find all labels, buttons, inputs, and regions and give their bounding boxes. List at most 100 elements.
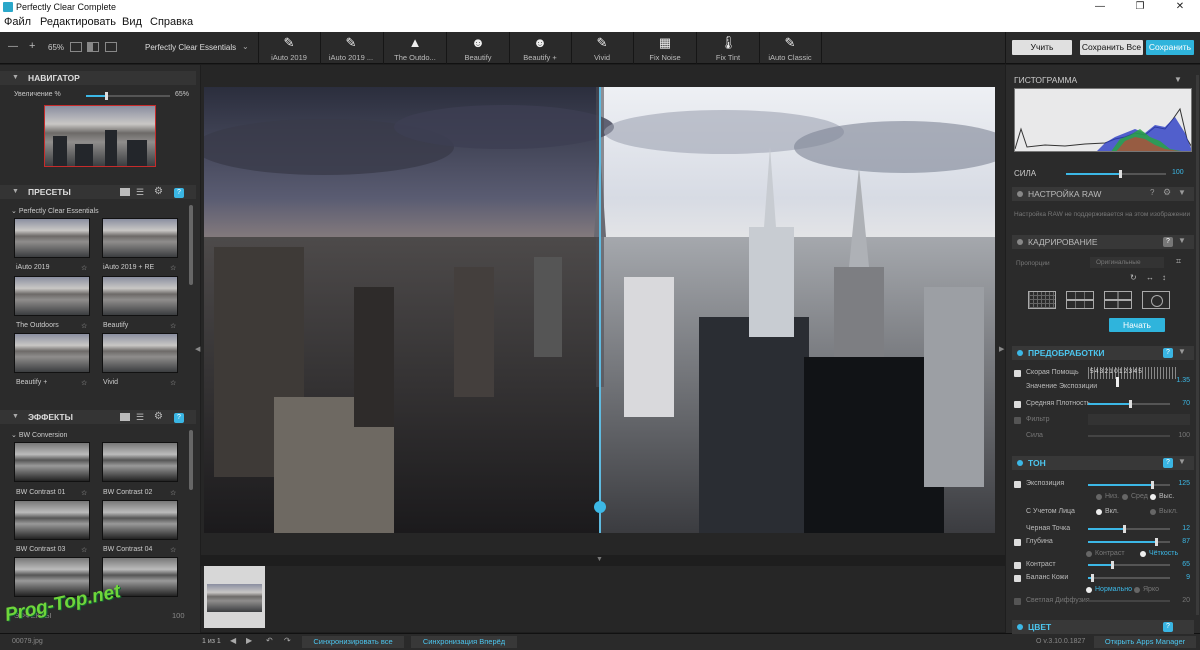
redo-icon[interactable]: ↷ — [284, 636, 291, 645]
undo-icon[interactable]: ↶ — [266, 636, 273, 645]
histogram-menu-icon[interactable]: ▼ — [1174, 75, 1182, 84]
chevron-down-icon[interactable]: ▼ — [1178, 188, 1186, 197]
crop-icon[interactable]: ⌗ — [1176, 256, 1181, 267]
face-aware-off-radio[interactable] — [1150, 509, 1156, 515]
depth-slider[interactable] — [1088, 538, 1170, 546]
star-icon[interactable]: ☆ — [170, 264, 176, 272]
preset-thumb[interactable] — [102, 276, 178, 316]
depth-clarity-radio[interactable] — [1140, 551, 1146, 557]
zoom-in-button[interactable]: + — [29, 40, 35, 52]
gear-icon[interactable]: ⚙ — [154, 411, 163, 422]
skin-bright-radio[interactable] — [1134, 587, 1140, 593]
filter-strength-slider[interactable] — [1088, 435, 1170, 437]
star-icon[interactable]: ☆ — [81, 546, 87, 554]
grid-view-icon[interactable] — [120, 188, 130, 196]
radio-mid[interactable] — [1122, 494, 1128, 500]
collapse-right-icon[interactable]: ▶ — [999, 345, 1004, 353]
grid-quarters-icon[interactable] — [1104, 291, 1132, 309]
preset-fix-tint[interactable]: 🌡 Fix Tint — [697, 32, 759, 64]
preset-thumb[interactable] — [14, 276, 90, 316]
strength-slider[interactable] — [1066, 170, 1166, 178]
star-icon[interactable]: ☆ — [81, 322, 87, 330]
preset-thumb[interactable] — [102, 333, 178, 373]
next-image-icon[interactable]: ▶ — [246, 636, 252, 645]
filter-checkbox[interactable] — [1014, 417, 1021, 424]
grid-thirds-icon[interactable] — [1066, 291, 1094, 309]
radio-high[interactable] — [1150, 494, 1156, 500]
rotate-icon[interactable]: ↻ — [1130, 273, 1137, 282]
preset-thumb[interactable] — [14, 333, 90, 373]
star-icon[interactable]: ☆ — [170, 489, 176, 497]
effect-thumb[interactable] — [14, 442, 90, 482]
collapse-left-icon[interactable]: ◀ — [195, 345, 200, 353]
help-icon[interactable]: ? — [1163, 458, 1173, 468]
preset-group-label[interactable]: ⌄ Perfectly Clear Essentials — [11, 207, 99, 215]
effects-header[interactable]: ▼ ЭФФЕКТЫ — [0, 410, 196, 424]
face-aware-on-radio[interactable] — [1096, 509, 1102, 515]
depth-checkbox[interactable] — [1014, 539, 1021, 546]
sync-all-button[interactable]: Синхронизировать все — [302, 636, 404, 648]
prev-image-icon[interactable]: ◀ — [230, 636, 236, 645]
photo-preview[interactable] — [204, 87, 995, 533]
single-view-icon[interactable] — [70, 42, 82, 52]
radio-low[interactable] — [1096, 494, 1102, 500]
split-view-icon[interactable] — [87, 42, 99, 52]
star-icon[interactable]: ☆ — [81, 379, 87, 387]
star-icon[interactable]: ☆ — [81, 489, 87, 497]
exposure-checkbox[interactable] — [1014, 481, 1021, 488]
mid-density-checkbox[interactable] — [1014, 401, 1021, 408]
list-view-icon[interactable]: ☰ — [136, 187, 144, 198]
depth-contrast-radio[interactable] — [1086, 551, 1092, 557]
chevron-down-icon[interactable]: ⌄ — [242, 42, 249, 51]
chevron-down-icon[interactable]: ▼ — [1178, 347, 1186, 356]
effect-thumb[interactable] — [102, 500, 178, 540]
help-icon[interactable]: ? — [1163, 622, 1173, 632]
flip-vertical-icon[interactable]: ↕ — [1162, 273, 1166, 282]
preset-fix-noise[interactable]: ▦ Fix Noise — [634, 32, 696, 64]
navigator-header[interactable]: ▼ НАВИГАТОР — [0, 71, 196, 85]
open-apps-manager-button[interactable]: Открыть Apps Manager — [1094, 636, 1196, 648]
menu-help[interactable]: Справка — [150, 16, 193, 28]
quick-help-checkbox[interactable] — [1014, 370, 1021, 377]
preset-thumb[interactable] — [14, 218, 90, 258]
effect-thumb[interactable] — [102, 442, 178, 482]
menu-file[interactable]: Файл — [4, 16, 31, 28]
help-icon[interactable]: ? — [174, 188, 184, 198]
skin-balance-checkbox[interactable] — [1014, 575, 1021, 582]
grid-fine-icon[interactable] — [1028, 291, 1056, 309]
maximize-button[interactable]: ❐ — [1120, 0, 1160, 14]
side-by-side-icon[interactable] — [105, 42, 117, 52]
presets-header[interactable]: ▼ ПРЕСЕТЫ — [0, 185, 196, 199]
effect-group-label[interactable]: ⌄ BW Conversion — [11, 431, 67, 439]
list-view-icon[interactable]: ☰ — [136, 412, 144, 423]
preset-iauto-2019[interactable]: ✎ iAuto 2019 — [258, 32, 320, 64]
effects-scrollbar[interactable] — [189, 430, 193, 490]
star-icon[interactable]: ☆ — [170, 379, 176, 387]
menu-edit[interactable]: Редактировать — [40, 16, 116, 28]
close-button[interactable]: ✕ — [1160, 0, 1200, 14]
preset-selector[interactable]: Perfectly Clear Essentials — [145, 43, 236, 52]
gear-icon[interactable]: ⚙ — [1163, 187, 1171, 198]
mid-density-slider[interactable] — [1088, 400, 1170, 408]
star-icon[interactable]: ☆ — [170, 546, 176, 554]
sync-forward-button[interactable]: Синхронизация Вперёд — [411, 636, 517, 648]
contrast-checkbox[interactable] — [1014, 562, 1021, 569]
presets-scrollbar[interactable] — [189, 205, 193, 285]
golden-spiral-icon[interactable] — [1142, 291, 1170, 309]
right-panel-scrollbar[interactable] — [1196, 75, 1199, 615]
preset-vivid[interactable]: ✎ Vivid — [571, 32, 633, 64]
help-icon[interactable]: ? — [1150, 188, 1154, 197]
filter-select[interactable] — [1088, 414, 1190, 425]
flip-horizontal-icon[interactable]: ↔ — [1146, 273, 1154, 282]
help-icon[interactable]: ? — [1163, 348, 1173, 358]
help-icon[interactable]: ? — [174, 413, 184, 423]
navigator-zoom-slider[interactable] — [86, 92, 170, 100]
exposure-slider[interactable] — [1088, 481, 1170, 489]
chevron-down-icon[interactable]: ▼ — [1178, 457, 1186, 466]
exposure-scale-knob[interactable] — [1116, 377, 1119, 387]
save-all-button[interactable]: Сохранить Все — [1080, 40, 1143, 55]
star-icon[interactable]: ☆ — [81, 264, 87, 272]
star-icon[interactable]: ☆ — [170, 322, 176, 330]
crop-proportions-select[interactable]: Оригинальные — [1090, 257, 1164, 268]
light-diffusion-slider[interactable] — [1088, 600, 1170, 602]
